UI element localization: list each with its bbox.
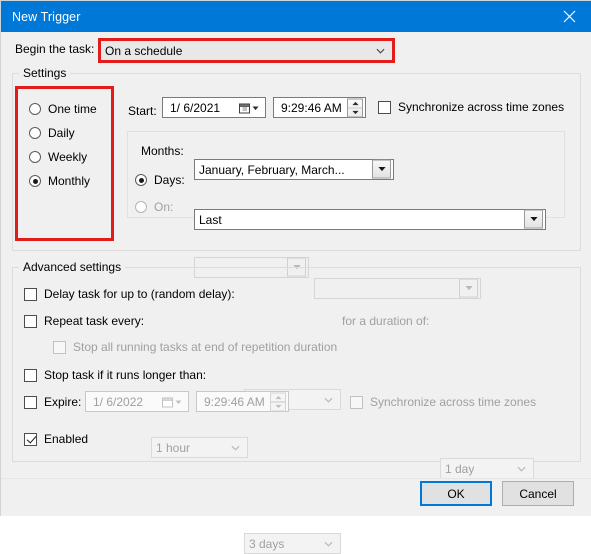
- months-value: January, February, March...: [199, 162, 345, 177]
- start-time-value: 9:29:46 AM: [281, 100, 342, 115]
- spinner-up-icon: [271, 393, 285, 402]
- months-label: Months:: [141, 144, 184, 158]
- spinner-down-icon[interactable]: [348, 108, 362, 116]
- expire-sync-time-zones-box: [350, 395, 363, 409]
- duration-value: 1 day: [445, 461, 475, 476]
- expire-time-field: 9:29:46 AM: [196, 391, 289, 412]
- radio-weekly-dot: [29, 151, 41, 163]
- on-label: On:: [154, 200, 174, 214]
- radio-one-time-dot: [29, 103, 41, 115]
- duration-combobox: 1 day: [440, 458, 534, 479]
- window-title: New Trigger: [12, 9, 81, 24]
- radio-weekly-label: Weekly: [48, 150, 88, 164]
- months-dropdown-button[interactable]: [372, 159, 391, 179]
- begin-task-value: On a schedule: [105, 43, 183, 58]
- radio-monthly[interactable]: Monthly: [29, 174, 90, 188]
- radio-daily[interactable]: Daily: [29, 126, 75, 140]
- close-icon: [563, 10, 575, 23]
- spinner-up-icon[interactable]: [348, 99, 362, 108]
- radio-days[interactable]: Days:: [135, 173, 185, 187]
- delay-task-checkbox[interactable]: Delay task for up to (random delay):: [24, 287, 235, 301]
- calendar-icon: [239, 103, 250, 113]
- new-trigger-dialog: New Trigger Begin the task: On a schedul…: [0, 0, 591, 554]
- chevron-down-icon: [175, 400, 182, 404]
- chevron-down-icon: [252, 106, 259, 110]
- stop-if-longer-checkbox[interactable]: Stop task if it runs longer than:: [24, 368, 206, 382]
- duration-label: for a duration of:: [342, 314, 430, 328]
- calendar-dropdown-group[interactable]: [239, 102, 259, 113]
- expire-date-field: 1/ 6/2022: [85, 391, 189, 412]
- enabled-checkbox[interactable]: Enabled: [24, 432, 88, 446]
- radio-daily-dot: [29, 127, 41, 139]
- months-combobox[interactable]: January, February, March...: [194, 159, 394, 180]
- chevron-down-icon: [231, 445, 240, 451]
- expire-label: Expire:: [44, 395, 82, 409]
- stop-if-longer-label: Stop task if it runs longer than:: [44, 368, 207, 382]
- advanced-settings-group-label: Advanced settings: [19, 260, 126, 274]
- begin-task-row: Begin the task:: [15, 42, 94, 56]
- chevron-down-icon: [529, 216, 538, 221]
- enabled-label: Enabled: [44, 432, 89, 446]
- calendar-dropdown-group: [162, 396, 182, 407]
- expire-checkbox[interactable]: Expire:: [24, 395, 81, 409]
- footer-divider: [1, 478, 591, 479]
- dialog-body: Begin the task: On a schedule Settings O…: [1, 32, 591, 554]
- spinner-down-icon: [271, 402, 285, 410]
- repeat-task-value: 1 hour: [156, 440, 191, 455]
- radio-weekly[interactable]: Weekly: [29, 150, 87, 164]
- chevron-down-icon: [324, 541, 333, 547]
- enabled-box: [24, 432, 37, 446]
- radio-monthly-dot: [29, 175, 41, 187]
- settings-group-label: Settings: [19, 66, 71, 80]
- start-time-spinner[interactable]: [347, 98, 363, 117]
- chevron-down-icon: [377, 166, 386, 171]
- days-value: Last: [199, 212, 222, 227]
- stop-if-longer-combobox: 3 days: [244, 533, 341, 554]
- sync-time-zones-checkbox[interactable]: Synchronize across time zones: [378, 100, 564, 114]
- calendar-icon: [162, 397, 173, 407]
- repeat-task-combobox: 1 hour: [151, 437, 248, 458]
- expire-sync-time-zones-checkbox: Synchronize across time zones: [350, 395, 536, 409]
- stop-all-running-label: Stop all running tasks at end of repetit…: [73, 340, 338, 354]
- begin-task-combobox[interactable]: On a schedule: [100, 40, 393, 61]
- sync-time-zones-label: Synchronize across time zones: [398, 100, 565, 114]
- expire-sync-time-zones-label: Synchronize across time zones: [370, 395, 537, 409]
- stop-all-running-box: [53, 340, 66, 354]
- start-date-field[interactable]: 1/ 6/2021: [162, 97, 266, 118]
- cancel-button[interactable]: Cancel: [502, 481, 574, 506]
- chevron-down-icon: [517, 466, 526, 472]
- chevron-down-icon: [324, 397, 333, 403]
- repeat-task-checkbox[interactable]: Repeat task every:: [24, 314, 144, 328]
- stop-all-running-checkbox: Stop all running tasks at end of repetit…: [53, 340, 337, 354]
- repeat-task-box: [24, 314, 37, 328]
- ok-button[interactable]: OK: [420, 481, 492, 506]
- title-bar: New Trigger: [1, 1, 591, 32]
- close-button[interactable]: [546, 1, 591, 32]
- days-dropdown-button[interactable]: [524, 209, 543, 229]
- radio-on-dot: [135, 201, 147, 213]
- chevron-down-icon: [376, 48, 385, 54]
- radio-one-time[interactable]: One time: [29, 102, 97, 116]
- radio-daily-label: Daily: [48, 126, 75, 140]
- begin-task-label: Begin the task:: [15, 42, 95, 56]
- radio-monthly-label: Monthly: [48, 174, 91, 188]
- radio-one-time-label: One time: [48, 102, 97, 116]
- days-label: Days:: [154, 173, 185, 187]
- expire-date-value: 1/ 6/2022: [93, 394, 144, 409]
- expire-box: [24, 395, 37, 409]
- radio-days-dot: [135, 174, 147, 186]
- days-combobox[interactable]: Last: [194, 209, 546, 230]
- stop-if-longer-value: 3 days: [249, 536, 285, 551]
- repeat-task-label: Repeat task every:: [44, 314, 145, 328]
- expire-time-value: 9:29:46 AM: [204, 394, 265, 409]
- start-time-field[interactable]: 9:29:46 AM: [273, 97, 366, 118]
- delay-task-label: Delay task for up to (random delay):: [44, 287, 235, 301]
- delay-task-box: [24, 287, 37, 301]
- sync-time-zones-box: [378, 100, 391, 114]
- stop-if-longer-box: [24, 368, 37, 382]
- start-date-value: 1/ 6/2021: [170, 100, 221, 115]
- radio-on[interactable]: On:: [135, 200, 173, 214]
- start-label: Start:: [128, 104, 157, 118]
- expire-time-spinner: [270, 392, 286, 411]
